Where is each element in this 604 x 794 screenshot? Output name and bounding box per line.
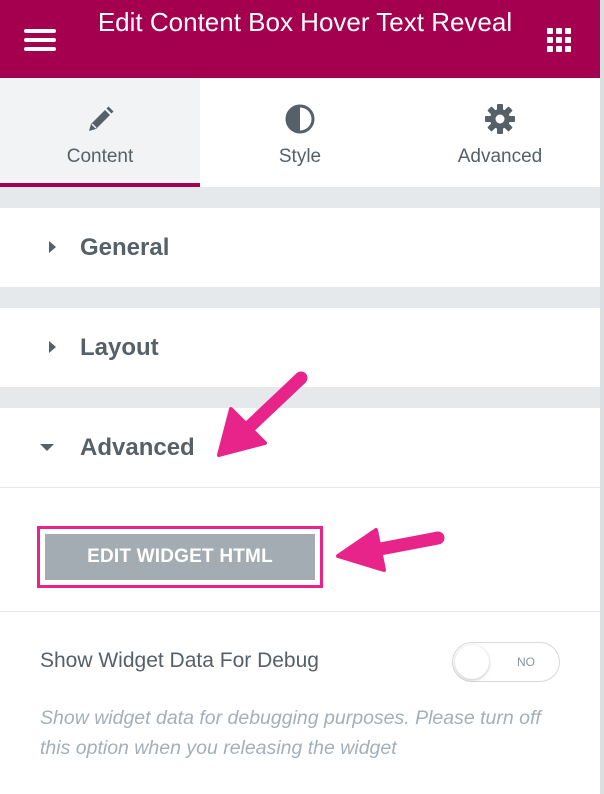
debug-toggle-label: Show Widget Data For Debug — [40, 649, 319, 672]
advanced-section-body: EDIT WIDGET HTML Show Widget Data For De… — [0, 487, 600, 794]
toggle-state-text: NO — [517, 655, 535, 669]
section-general[interactable]: General — [0, 208, 600, 287]
section-advanced-label: Advanced — [80, 434, 195, 461]
tab-advanced[interactable]: Advanced — [400, 78, 600, 187]
divider — [0, 611, 600, 612]
section-layout[interactable]: Layout — [0, 308, 600, 387]
panel-tabs: Content Style Advanced — [0, 78, 600, 187]
toggle-knob — [455, 645, 489, 679]
caret-down-icon — [40, 444, 54, 451]
tab-style-label: Style — [278, 146, 322, 167]
gear-icon — [485, 104, 515, 134]
highlight-frame: EDIT WIDGET HTML — [37, 526, 323, 588]
section-gap — [0, 187, 600, 208]
section-gap — [0, 387, 600, 408]
section-gap — [0, 287, 600, 308]
tab-content-label: Content — [66, 146, 134, 167]
panel-header: Edit Content Box Hover Text Reveal — [0, 0, 600, 78]
tab-style[interactable]: Style — [200, 78, 400, 187]
pencil-icon — [89, 106, 114, 131]
tab-content[interactable]: Content — [0, 78, 200, 187]
edit-widget-html-button[interactable]: EDIT WIDGET HTML — [45, 534, 315, 580]
tab-advanced-label: Advanced — [457, 146, 543, 167]
section-general-label: General — [80, 234, 170, 261]
caret-right-icon — [49, 341, 56, 353]
hamburger-menu-icon[interactable] — [22, 27, 58, 53]
grid-apps-icon[interactable] — [545, 26, 573, 54]
section-advanced[interactable]: Advanced — [0, 408, 600, 487]
debug-description: Show widget data for debugging purposes.… — [40, 707, 541, 759]
caret-right-icon — [49, 241, 56, 253]
scrollbar-track — [600, 0, 604, 794]
debug-toggle-switch[interactable]: NO — [452, 642, 560, 682]
half-circle-icon — [285, 104, 315, 134]
section-layout-label: Layout — [80, 334, 159, 361]
panel-title: Edit Content Box Hover Text Reveal — [97, 7, 513, 37]
